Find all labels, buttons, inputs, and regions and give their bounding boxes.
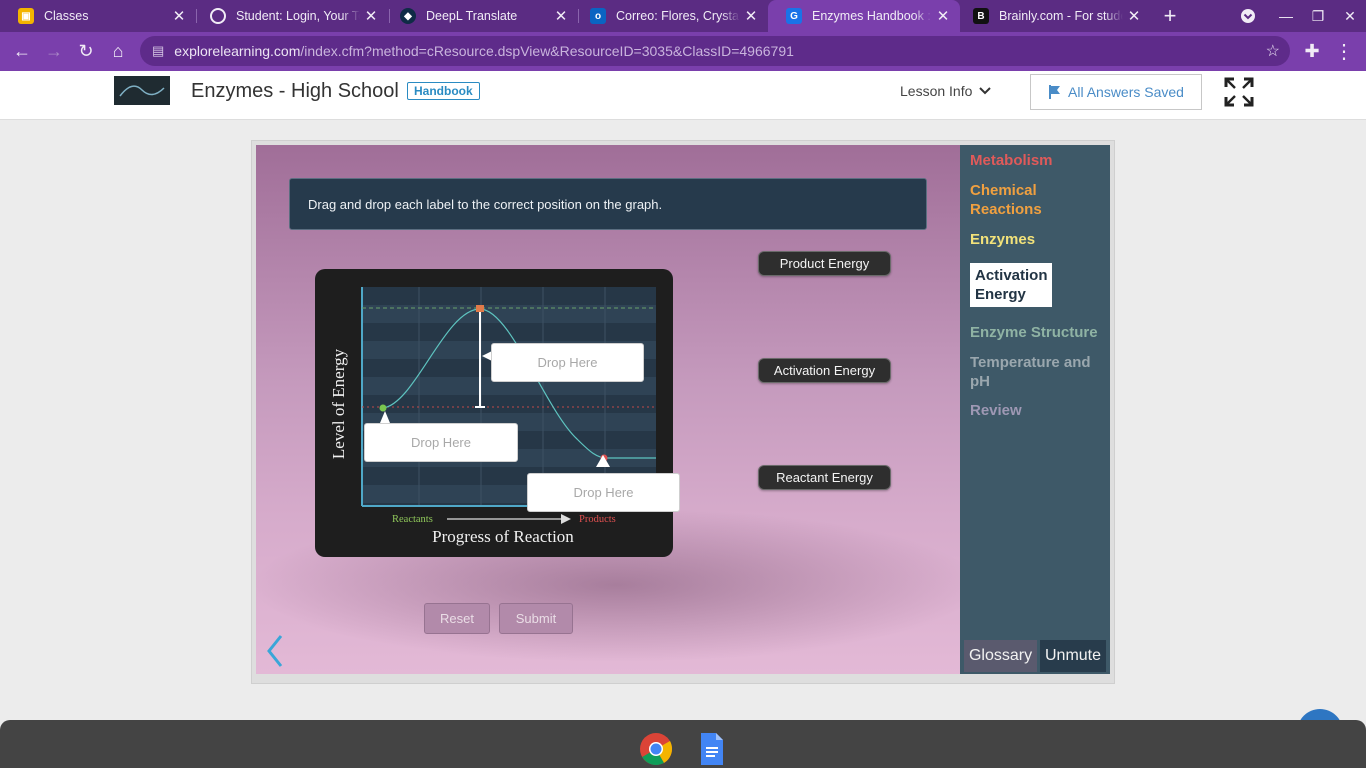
flag-check-icon — [1049, 85, 1061, 99]
tab-classes[interactable]: ▣ Classes ✕ — [0, 0, 196, 32]
menu-item-activation-energy[interactable]: Activation Energy — [970, 263, 1052, 307]
back-icon[interactable]: ← — [7, 36, 37, 66]
tab-title: Brainly.com - For stude — [999, 9, 1123, 23]
glossary-button[interactable]: Glossary — [964, 640, 1037, 672]
tab-deepl[interactable]: ◆ DeepL Translate ✕ — [382, 0, 578, 32]
tab-search-icon[interactable] — [1232, 0, 1264, 32]
close-icon[interactable]: ✕ — [360, 7, 382, 25]
deepl-icon: ◆ — [400, 8, 416, 24]
handbook-badge: Handbook — [407, 82, 480, 100]
menu-item-enzyme-structure[interactable]: Enzyme Structure — [970, 323, 1105, 342]
chrome-icon[interactable] — [639, 732, 673, 766]
menu-item-chemical-reactions[interactable]: Chemical Reactions — [970, 181, 1105, 219]
menu-item-metabolism[interactable]: Metabolism — [970, 151, 1105, 170]
bookmark-star-icon[interactable]: ☆ — [1266, 41, 1280, 61]
label-activation-energy[interactable]: Activation Energy — [758, 358, 891, 383]
tab-title: DeepL Translate — [426, 9, 518, 23]
restore-icon[interactable]: ❐ — [1302, 0, 1334, 32]
menu-item-label: Temperature and pH — [970, 354, 1091, 390]
explorelearning-icon: G — [786, 8, 802, 24]
tab-title: Classes — [44, 9, 89, 23]
tab-outlook[interactable]: o Correo: Flores, Crystal - ✕ — [572, 0, 768, 32]
window-close-icon[interactable]: ✕ — [1334, 0, 1366, 32]
tab-title: Student: Login, Your Te — [236, 9, 360, 23]
tab-title: Correo: Flores, Crystal - — [616, 9, 740, 23]
close-icon[interactable]: ✕ — [550, 7, 572, 25]
unmute-button[interactable]: Unmute — [1040, 640, 1106, 672]
drop-zone-activation[interactable]: Drop Here — [491, 343, 644, 382]
site-header: Enzymes - High School Handbook Lesson In… — [0, 71, 1366, 120]
label-reactant-energy[interactable]: Reactant Energy — [758, 465, 891, 490]
reset-button[interactable]: Reset — [424, 603, 490, 634]
close-icon[interactable]: ✕ — [168, 7, 190, 25]
browser-menu-icon[interactable]: ⋮ — [1329, 36, 1359, 66]
close-icon[interactable]: ✕ — [740, 7, 762, 25]
google-docs-icon[interactable] — [699, 732, 725, 766]
outlook-icon: o — [590, 8, 606, 24]
new-tab-icon[interactable]: + — [1154, 0, 1186, 32]
previous-page-arrow-icon[interactable] — [264, 633, 286, 669]
home-icon[interactable]: ⌂ — [103, 36, 133, 66]
lesson-info-label: Lesson Info — [900, 83, 973, 99]
saved-label: All Answers Saved — [1068, 84, 1184, 100]
menu-item-label: Enzymes — [970, 231, 1036, 248]
forward-icon[interactable]: → — [39, 36, 69, 66]
all-answers-saved-button[interactable]: All Answers Saved — [1030, 74, 1202, 110]
reload-icon[interactable]: ↻ — [71, 36, 101, 66]
google-classroom-icon: ▣ — [18, 8, 34, 24]
menu-item-enzymes[interactable]: Enzymes — [970, 230, 1105, 249]
minimize-icon[interactable]: — — [1270, 0, 1302, 32]
chevron-down-icon — [979, 87, 992, 95]
tab-brainly[interactable]: B Brainly.com - For stude ✕ — [955, 0, 1151, 32]
drop-zone-product[interactable]: Drop Here — [527, 473, 680, 512]
drop-zone-reactant[interactable]: Drop Here — [364, 423, 518, 462]
url-path: /index.cfm?method=cResource.dspView&Reso… — [300, 43, 794, 59]
close-icon[interactable]: ✕ — [1123, 7, 1145, 25]
drop-zone-pointers — [380, 351, 610, 467]
address-bar[interactable]: ▤ explorelearning.com/index.cfm?method=c… — [140, 36, 1290, 66]
menu-item-label: Metabolism — [970, 152, 1053, 169]
brainly-icon: B — [973, 8, 989, 24]
site-info-icon[interactable]: ▤ — [152, 43, 164, 59]
url-host: explorelearning.com — [174, 43, 301, 59]
menu-item-label: Chemical Reactions — [970, 182, 1042, 218]
handbook-side-menu: Metabolism Chemical Reactions Enzymes Ac… — [960, 145, 1110, 674]
browser-tab-strip: ▣ Classes ✕ Student: Login, Your Te ✕ ◆ … — [0, 0, 1366, 32]
menu-item-label: Enzyme Structure — [970, 324, 1098, 341]
os-shelf — [0, 720, 1366, 768]
tab-student-login[interactable]: Student: Login, Your Te ✕ — [192, 0, 388, 32]
lesson-info-dropdown[interactable]: Lesson Info — [900, 83, 992, 99]
tab-title: Enzymes Handbook : E — [812, 9, 932, 23]
globe-icon — [210, 8, 226, 24]
close-icon[interactable]: ✕ — [932, 7, 954, 25]
submit-button[interactable]: Submit — [499, 603, 573, 634]
tab-enzymes-handbook[interactable]: G Enzymes Handbook : E ✕ — [768, 0, 960, 32]
menu-item-label: Review — [970, 402, 1022, 419]
label-product-energy[interactable]: Product Energy — [758, 251, 891, 276]
page-title: Enzymes - High School — [191, 80, 399, 102]
browser-toolbar: ← → ↻ ⌂ ▤ explorelearning.com/index.cfm?… — [0, 32, 1366, 71]
gizmo-thumbnail-logo — [114, 76, 170, 105]
extensions-icon[interactable]: ✚ — [1297, 36, 1327, 66]
fullscreen-icon[interactable] — [1224, 77, 1254, 107]
menu-item-review[interactable]: Review — [970, 401, 1105, 420]
menu-item-temperature-ph[interactable]: Temperature and pH — [970, 353, 1105, 391]
gizmo-stage: Drag and drop each label to the correct … — [256, 145, 960, 674]
